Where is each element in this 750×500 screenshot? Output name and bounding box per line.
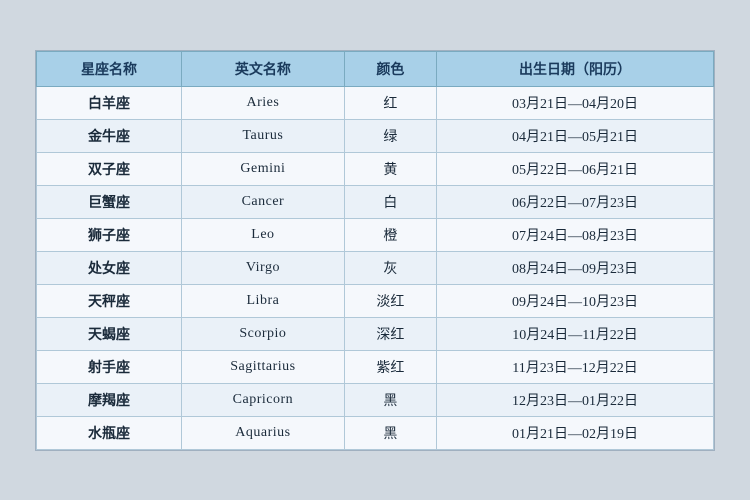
cell-color: 橙 xyxy=(344,218,436,251)
cell-dates: 08月24日—09月23日 xyxy=(437,251,714,284)
table-row: 金牛座Taurus绿04月21日—05月21日 xyxy=(37,119,714,152)
cell-english-name: Taurus xyxy=(182,119,345,152)
cell-english-name: Libra xyxy=(182,284,345,317)
cell-dates: 06月22日—07月23日 xyxy=(437,185,714,218)
cell-color: 淡红 xyxy=(344,284,436,317)
cell-chinese-name: 水瓶座 xyxy=(37,416,182,449)
table-body: 白羊座Aries红03月21日—04月20日金牛座Taurus绿04月21日—0… xyxy=(37,86,714,449)
cell-dates: 03月21日—04月20日 xyxy=(437,86,714,119)
header-color: 颜色 xyxy=(344,51,436,86)
table-row: 巨蟹座Cancer白06月22日—07月23日 xyxy=(37,185,714,218)
table-row: 双子座Gemini黄05月22日—06月21日 xyxy=(37,152,714,185)
cell-color: 深红 xyxy=(344,317,436,350)
cell-dates: 01月21日—02月19日 xyxy=(437,416,714,449)
header-english-name: 英文名称 xyxy=(182,51,345,86)
cell-chinese-name: 白羊座 xyxy=(37,86,182,119)
cell-color: 黑 xyxy=(344,416,436,449)
cell-dates: 05月22日—06月21日 xyxy=(437,152,714,185)
header-chinese-name: 星座名称 xyxy=(37,51,182,86)
cell-chinese-name: 狮子座 xyxy=(37,218,182,251)
table-row: 处女座Virgo灰08月24日—09月23日 xyxy=(37,251,714,284)
cell-dates: 09月24日—10月23日 xyxy=(437,284,714,317)
cell-english-name: Gemini xyxy=(182,152,345,185)
table-row: 狮子座Leo橙07月24日—08月23日 xyxy=(37,218,714,251)
cell-chinese-name: 摩羯座 xyxy=(37,383,182,416)
cell-chinese-name: 巨蟹座 xyxy=(37,185,182,218)
zodiac-table-container: 星座名称 英文名称 颜色 出生日期（阳历） 白羊座Aries红03月21日—04… xyxy=(35,50,715,451)
cell-chinese-name: 金牛座 xyxy=(37,119,182,152)
table-row: 摩羯座Capricorn黑12月23日—01月22日 xyxy=(37,383,714,416)
table-row: 水瓶座Aquarius黑01月21日—02月19日 xyxy=(37,416,714,449)
cell-color: 绿 xyxy=(344,119,436,152)
table-row: 白羊座Aries红03月21日—04月20日 xyxy=(37,86,714,119)
cell-color: 黑 xyxy=(344,383,436,416)
cell-chinese-name: 射手座 xyxy=(37,350,182,383)
table-row: 天蝎座Scorpio深红10月24日—11月22日 xyxy=(37,317,714,350)
cell-chinese-name: 天蝎座 xyxy=(37,317,182,350)
cell-english-name: Capricorn xyxy=(182,383,345,416)
cell-dates: 07月24日—08月23日 xyxy=(437,218,714,251)
cell-dates: 12月23日—01月22日 xyxy=(437,383,714,416)
cell-dates: 04月21日—05月21日 xyxy=(437,119,714,152)
cell-chinese-name: 双子座 xyxy=(37,152,182,185)
cell-english-name: Leo xyxy=(182,218,345,251)
cell-color: 灰 xyxy=(344,251,436,284)
cell-color: 紫红 xyxy=(344,350,436,383)
cell-english-name: Sagittarius xyxy=(182,350,345,383)
cell-color: 白 xyxy=(344,185,436,218)
cell-chinese-name: 处女座 xyxy=(37,251,182,284)
table-row: 射手座Sagittarius紫红11月23日—12月22日 xyxy=(37,350,714,383)
cell-color: 红 xyxy=(344,86,436,119)
table-header-row: 星座名称 英文名称 颜色 出生日期（阳历） xyxy=(37,51,714,86)
cell-english-name: Aquarius xyxy=(182,416,345,449)
cell-english-name: Virgo xyxy=(182,251,345,284)
cell-dates: 11月23日—12月22日 xyxy=(437,350,714,383)
zodiac-table: 星座名称 英文名称 颜色 出生日期（阳历） 白羊座Aries红03月21日—04… xyxy=(36,51,714,450)
cell-english-name: Aries xyxy=(182,86,345,119)
cell-english-name: Cancer xyxy=(182,185,345,218)
cell-chinese-name: 天秤座 xyxy=(37,284,182,317)
table-row: 天秤座Libra淡红09月24日—10月23日 xyxy=(37,284,714,317)
cell-dates: 10月24日—11月22日 xyxy=(437,317,714,350)
cell-color: 黄 xyxy=(344,152,436,185)
cell-english-name: Scorpio xyxy=(182,317,345,350)
header-dates: 出生日期（阳历） xyxy=(437,51,714,86)
